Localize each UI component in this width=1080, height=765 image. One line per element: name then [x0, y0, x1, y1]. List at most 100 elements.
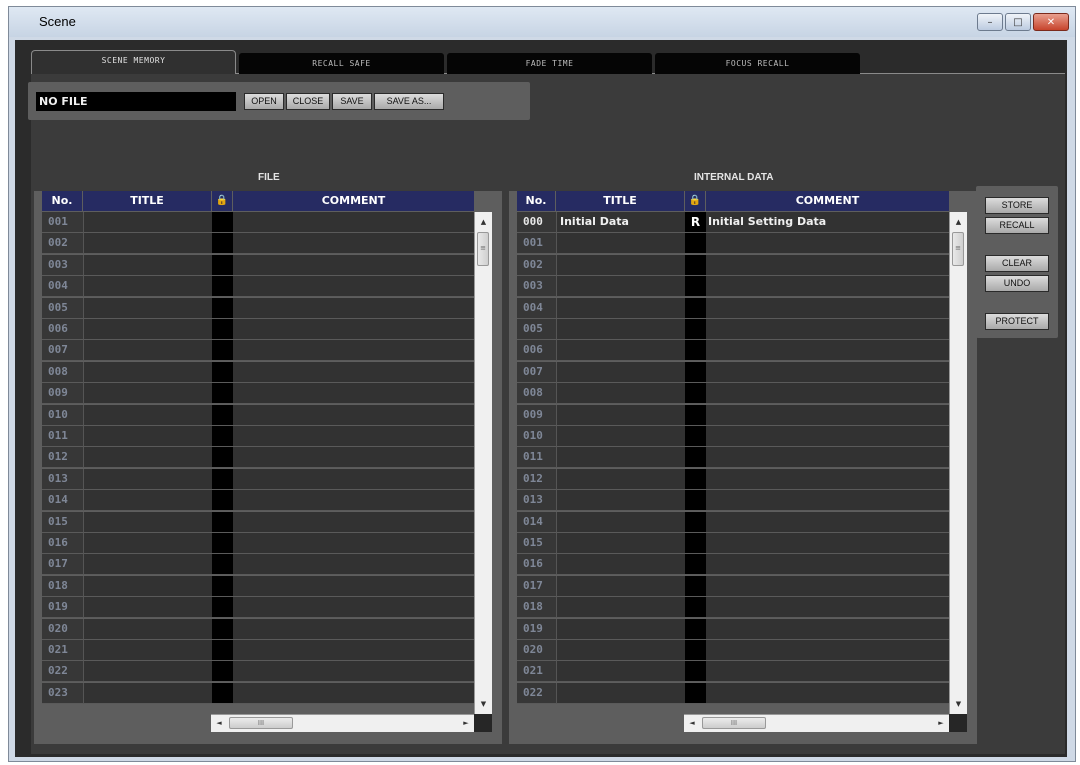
table-row[interactable]: 019 [42, 597, 474, 619]
table-row[interactable]: 019 [517, 618, 949, 640]
tab-focus-recall[interactable]: FOCUS RECALL [655, 53, 860, 74]
scene-number: 009 [42, 383, 83, 405]
scene-number: 004 [42, 276, 83, 298]
table-row[interactable]: 002 [42, 233, 474, 255]
table-row[interactable]: 020 [517, 640, 949, 661]
table-row[interactable]: 011 [42, 426, 474, 447]
scene-comment [706, 404, 949, 426]
table-row[interactable]: 012 [42, 447, 474, 469]
table-row[interactable]: 018 [517, 597, 949, 619]
scroll-left-icon[interactable]: ◄ [211, 715, 227, 732]
internal-vertical-scrollbar[interactable]: ▲ ≡ ▼ [949, 212, 967, 714]
undo-button[interactable]: UNDO [985, 275, 1049, 292]
table-row[interactable]: 007 [42, 340, 474, 362]
minimize-button[interactable]: – [977, 13, 1003, 31]
protect-status [212, 319, 233, 340]
scroll-up-icon[interactable]: ▲ [950, 214, 967, 230]
table-row[interactable]: 000 Initial Data R Initial Setting Data [517, 212, 949, 233]
table-row[interactable]: 017 [517, 575, 949, 597]
scroll-thumb-horizontal[interactable]: III [702, 717, 766, 729]
table-row[interactable]: 022 [42, 661, 474, 683]
table-row[interactable]: 007 [517, 361, 949, 383]
scroll-thumb-horizontal[interactable]: III [229, 717, 293, 729]
file-horizontal-scrollbar[interactable]: ◄ III ► [211, 714, 474, 732]
scroll-right-icon[interactable]: ► [933, 715, 949, 732]
scroll-right-icon[interactable]: ► [458, 715, 474, 732]
table-row[interactable]: 008 [517, 383, 949, 405]
scene-title [83, 661, 212, 683]
tab-recall-safe[interactable]: RECALL SAFE [239, 53, 444, 74]
table-row[interactable]: 009 [517, 404, 949, 426]
save-as-button[interactable]: SAVE AS... [374, 93, 444, 110]
maximize-button[interactable]: □ [1005, 13, 1031, 31]
table-row[interactable]: 014 [517, 511, 949, 533]
table-row[interactable]: 018 [42, 575, 474, 597]
store-button[interactable]: STORE [985, 197, 1049, 214]
table-row[interactable]: 003 [42, 254, 474, 276]
table-row[interactable]: 003 [517, 276, 949, 298]
table-row[interactable]: 014 [42, 490, 474, 512]
table-row[interactable]: 010 [42, 404, 474, 426]
scene-title [83, 447, 212, 469]
table-row[interactable]: 021 [42, 640, 474, 661]
tab-scene-memory[interactable]: SCENE MEMORY [31, 50, 236, 74]
scroll-corner [474, 714, 492, 732]
protect-status [685, 682, 706, 704]
table-row[interactable]: 001 [42, 212, 474, 233]
table-row[interactable]: 021 [517, 661, 949, 683]
table-row[interactable]: 008 [42, 361, 474, 383]
protect-status [685, 490, 706, 512]
scene-comment [706, 340, 949, 362]
internal-horizontal-scrollbar[interactable]: ◄ III ► [684, 714, 949, 732]
table-row[interactable]: 011 [517, 447, 949, 469]
protect-button[interactable]: PROTECT [985, 313, 1049, 330]
recall-button[interactable]: RECALL [985, 217, 1049, 234]
table-row[interactable]: 010 [517, 426, 949, 447]
scene-number: 005 [42, 297, 83, 319]
scroll-down-icon[interactable]: ▼ [950, 696, 967, 712]
table-row[interactable]: 002 [517, 254, 949, 276]
scroll-left-icon[interactable]: ◄ [684, 715, 700, 732]
scroll-up-icon[interactable]: ▲ [475, 214, 492, 230]
close-window-button[interactable]: ✕ [1033, 13, 1069, 31]
table-row[interactable]: 006 [517, 340, 949, 362]
scene-title [83, 233, 212, 255]
open-button[interactable]: OPEN [244, 93, 284, 110]
table-row[interactable]: 015 [42, 511, 474, 533]
minimize-icon: – [987, 16, 993, 28]
table-row[interactable]: 006 [42, 319, 474, 340]
table-row[interactable]: 016 [517, 554, 949, 576]
table-row[interactable]: 005 [517, 319, 949, 340]
table-row[interactable]: 013 [517, 490, 949, 512]
scene-title [556, 554, 685, 576]
close-button[interactable]: CLOSE [286, 93, 330, 110]
table-row[interactable]: 012 [517, 468, 949, 490]
table-row[interactable]: 013 [42, 468, 474, 490]
scene-title [83, 276, 212, 298]
table-row[interactable]: 004 [42, 276, 474, 298]
scroll-down-icon[interactable]: ▼ [475, 696, 492, 712]
table-row[interactable]: 023 [42, 682, 474, 704]
scene-number: 002 [42, 233, 83, 255]
file-vertical-scrollbar[interactable]: ▲ ≡ ▼ [474, 212, 492, 714]
scene-number: 022 [42, 661, 83, 683]
clear-button[interactable]: CLEAR [985, 255, 1049, 272]
title-bar[interactable]: Scene – □ ✕ [9, 7, 1075, 37]
table-row[interactable]: 015 [517, 533, 949, 554]
table-row[interactable]: 020 [42, 618, 474, 640]
protect-status [212, 597, 233, 619]
table-row[interactable]: 009 [42, 383, 474, 405]
table-row[interactable]: 016 [42, 533, 474, 554]
scroll-thumb[interactable]: ≡ [477, 232, 489, 266]
table-row[interactable]: 005 [42, 297, 474, 319]
table-row[interactable]: 004 [517, 297, 949, 319]
scene-title [556, 340, 685, 362]
protect-status [685, 640, 706, 661]
col-no-header: No. [517, 191, 555, 211]
save-button[interactable]: SAVE [332, 93, 372, 110]
tab-fade-time[interactable]: FADE TIME [447, 53, 652, 74]
table-row[interactable]: 017 [42, 554, 474, 576]
table-row[interactable]: 001 [517, 233, 949, 255]
table-row[interactable]: 022 [517, 682, 949, 704]
scroll-thumb[interactable]: ≡ [952, 232, 964, 266]
